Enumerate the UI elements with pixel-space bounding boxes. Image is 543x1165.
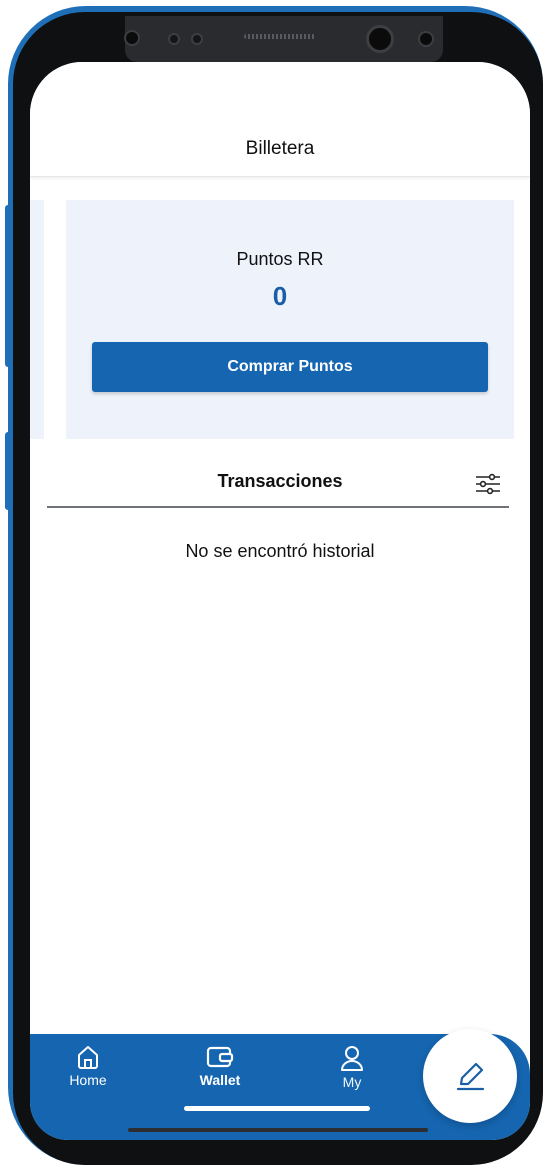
sensor-dot (124, 30, 140, 46)
user-icon (341, 1046, 363, 1071)
nav-home-label: Home (69, 1072, 107, 1088)
nav-wallet[interactable]: Wallet (180, 1044, 260, 1104)
nav-wallet-label: Wallet (199, 1072, 241, 1088)
buy-points-button[interactable]: Comprar Puntos (92, 342, 488, 392)
transactions-header: Transacciones (217, 471, 343, 491)
volume-button (5, 205, 13, 367)
sensor-dot (168, 33, 180, 45)
earpiece-speaker (244, 34, 316, 39)
empty-history-message: No se encontró historial (185, 541, 375, 561)
sensor-dot (418, 31, 434, 47)
app-screen: Billetera Puntos RR 0 Comprar Puntos Tra… (30, 62, 530, 1140)
active-tab-indicator (184, 1106, 370, 1111)
wallet-icon (206, 1046, 234, 1068)
nav-my-label: My (342, 1074, 362, 1090)
app-header: Billetera (30, 62, 530, 177)
phone-mockup: Billetera Puntos RR 0 Comprar Puntos Tra… (0, 0, 543, 1165)
transactions-divider (47, 506, 509, 508)
front-camera (366, 25, 394, 53)
edit-fab-button[interactable] (423, 1029, 517, 1123)
points-label: Puntos RR (236, 249, 324, 269)
side-button (5, 432, 13, 510)
pencil-icon (456, 1062, 485, 1091)
nav-home[interactable]: Home (48, 1044, 128, 1104)
points-card (66, 200, 514, 439)
bottom-bezel (128, 1128, 428, 1132)
page-title: Billetera (245, 138, 315, 159)
points-value: 0 (272, 281, 288, 311)
previous-card-peek[interactable] (30, 200, 44, 439)
nav-my[interactable]: My (312, 1044, 392, 1104)
home-icon (78, 1046, 98, 1069)
sensor-dot (191, 33, 203, 45)
filter-sliders-icon[interactable] (475, 473, 501, 495)
